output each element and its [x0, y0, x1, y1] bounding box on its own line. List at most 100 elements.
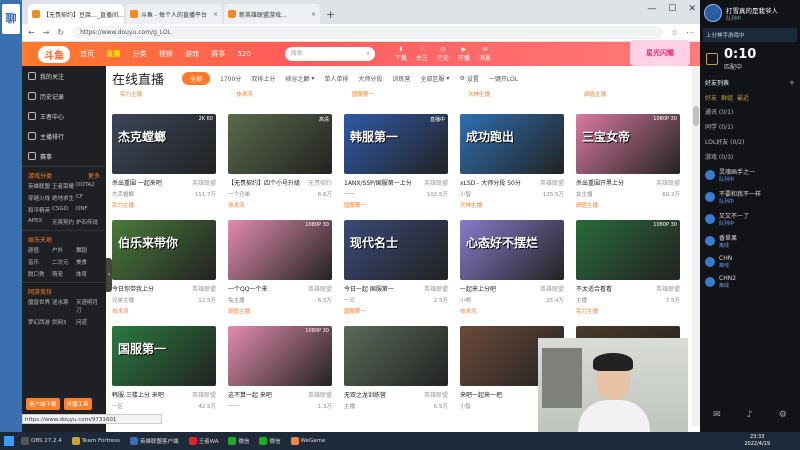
- tab-friends[interactable]: 好友: [705, 93, 717, 102]
- minimize-icon[interactable]: —: [647, 4, 656, 14]
- anchor-name[interactable]: 一兄: [344, 296, 355, 304]
- new-tab-button[interactable]: +: [326, 8, 335, 21]
- stream-thumbnail[interactable]: 伯乐来带你: [112, 220, 216, 280]
- sidebar-category-item[interactable]: CF: [76, 194, 100, 202]
- nav-game[interactable]: 游戏: [185, 50, 199, 58]
- stream-title[interactable]: 韩服 三楼上分 来吧: [112, 390, 164, 399]
- anchor-name[interactable]: 小智: [460, 402, 471, 410]
- stream-title[interactable]: 这不算一起 来吧: [228, 390, 272, 399]
- sidebar-category-item[interactable]: 音乐: [28, 258, 52, 266]
- stream-thumbnail[interactable]: 1080P 30 三宝女帝: [576, 114, 680, 174]
- sidebar-category-item[interactable]: DNF: [76, 206, 100, 214]
- download-icon[interactable]: ⬇ 下载: [395, 46, 407, 62]
- tab-groups[interactable]: 群组: [721, 93, 733, 102]
- message-icon[interactable]: ✉ 消息: [479, 46, 491, 62]
- sidebar-category-item[interactable]: 逆水寒: [52, 298, 76, 314]
- stream-title[interactable]: 不太适合看看: [576, 284, 612, 293]
- history-icon[interactable]: ◷ 历史: [437, 46, 449, 62]
- stream-card[interactable]: 现代名士 今日一起 国服第一 英雄联盟 一兄 2.5万 国服第一: [344, 220, 448, 326]
- nav-category[interactable]: 分类: [132, 50, 146, 58]
- sidebar-category-item[interactable]: 美食: [76, 258, 100, 266]
- stream-title[interactable]: 杀出重围开黑上分: [576, 178, 624, 187]
- close-icon[interactable]: ×: [311, 11, 316, 18]
- stream-card[interactable]: 国服第一韩服 三楼上分 来吧英雄联盟一区42.5万韩服: [112, 326, 216, 414]
- sidebar-category-item[interactable]: 穿越火线: [28, 194, 52, 202]
- filter-all-pill[interactable]: 全部: [182, 71, 211, 85]
- open-lol-link[interactable]: 一键开LOL: [489, 74, 518, 83]
- stream-thumbnail[interactable]: 现代名士: [344, 220, 448, 280]
- mic-icon[interactable]: ♪: [747, 410, 753, 420]
- taskbar-item[interactable]: WeGame: [288, 437, 329, 445]
- sidebar-category-item[interactable]: 天涯明月刀: [76, 298, 100, 314]
- stream-thumbnail[interactable]: 1080P 30: [228, 326, 332, 386]
- stream-thumbnail[interactable]: 1080P 30: [576, 220, 680, 280]
- chat-icon[interactable]: ✉: [713, 410, 721, 420]
- system-clock[interactable]: 23:33 2022/4/19: [744, 434, 770, 448]
- nav-520[interactable]: 520: [237, 50, 250, 58]
- sidebar-item-follow[interactable]: 我的关注: [22, 66, 106, 86]
- anchor-name[interactable]: 兔主播: [228, 296, 245, 304]
- filter-2[interactable]: 双排上分: [251, 74, 275, 83]
- stream-card[interactable]: 高清 【无畏契约】四个小号升级 无畏契约 一个兄弟 6.6万 技术流: [228, 114, 332, 220]
- sidebar-category-item[interactable]: 英雄联盟: [28, 182, 52, 190]
- anchor-name[interactable]: 主播: [344, 402, 355, 410]
- sidebar-category-item[interactable]: 绝地求生: [52, 194, 76, 202]
- group-item[interactable]: 同学 (0/1): [700, 119, 800, 134]
- sidebar-category-item[interactable]: 王者荣耀: [52, 182, 76, 190]
- stream-thumbnail[interactable]: [344, 326, 448, 386]
- friend-item[interactable]: 香草果 离线: [700, 230, 800, 252]
- stream-category[interactable]: 英雄联盟: [656, 178, 680, 187]
- stream-category[interactable]: 英雄联盟: [308, 390, 332, 399]
- group-item[interactable]: LOL好友 (0/2): [700, 134, 800, 149]
- nav-live[interactable]: 直播: [106, 50, 120, 58]
- group-item[interactable]: 通讯 (0/1): [700, 104, 800, 119]
- stream-card[interactable]: 伯乐来带你 今日你带我上分 英雄联盟 兄弟主播 12.5万 技术流: [112, 220, 216, 326]
- menu-icon[interactable]: ⋯: [686, 28, 694, 37]
- close-window-icon[interactable]: ✕: [688, 4, 696, 14]
- search-input[interactable]: 搜索 ⌕: [284, 47, 375, 61]
- sidebar-category-item[interactable]: 剑网3: [52, 318, 76, 326]
- sidebar-item-history[interactable]: 历史记录: [22, 86, 106, 106]
- stream-title[interactable]: 1ANX/SSP/国服第一上分: [344, 178, 412, 187]
- anchor-name[interactable]: 一一: [344, 190, 355, 198]
- stream-thumbnail[interactable]: 国服第一: [112, 326, 216, 386]
- sidebar-category-item[interactable]: 问道: [76, 318, 100, 326]
- sidebar-category-item[interactable]: 梦幻西游: [28, 318, 52, 326]
- tab-2[interactable]: 斗鱼 - 每个人的直播平台 ×: [126, 4, 222, 24]
- close-icon[interactable]: ×: [213, 11, 218, 18]
- anchor-name[interactable]: 女主播: [576, 190, 593, 198]
- stream-title[interactable]: 杀出重围 一起来吧: [112, 178, 162, 187]
- windows-start-icon[interactable]: [4, 436, 14, 446]
- sidebar-item-king[interactable]: 王者中心: [22, 106, 106, 126]
- stream-card[interactable]: 心态好不摆烂 一起来上分吧 英雄联盟 小明 25.4万 技术流: [460, 220, 564, 326]
- nav-video[interactable]: 视频: [159, 50, 173, 58]
- sidebar-category-item[interactable]: 舞蹈: [76, 246, 100, 254]
- sidebar-category-item[interactable]: CSGO: [52, 206, 76, 214]
- filter-6[interactable]: 训练营: [392, 74, 410, 83]
- taskbar-item[interactable]: OBS 27.2.4: [18, 437, 65, 445]
- filter-5[interactable]: 大师分段: [358, 74, 382, 83]
- search-icon[interactable]: ⌕: [366, 47, 369, 61]
- stream-category[interactable]: 无畏契约: [308, 178, 332, 187]
- client-download-button[interactable]: 客户端下载: [26, 398, 60, 410]
- filter-3[interactable]: 峡谷之巅 ▾: [285, 74, 314, 83]
- anchor-name[interactable]: 主播: [576, 296, 587, 304]
- sidebar-category-item[interactable]: 炉石传说: [76, 218, 100, 226]
- stream-category[interactable]: 英雄联盟: [424, 390, 448, 399]
- sidebar-category-item[interactable]: DOTA2: [76, 182, 100, 190]
- stream-category[interactable]: 英雄联盟: [540, 178, 564, 187]
- stream-category[interactable]: 英雄联盟: [192, 390, 216, 399]
- sidebar-category-item[interactable]: 户外: [52, 246, 76, 254]
- add-friend-icon[interactable]: ＋: [789, 78, 795, 87]
- stream-thumbnail[interactable]: 1080P 30: [228, 220, 332, 280]
- stream-thumbnail[interactable]: 直播中 韩服第一: [344, 114, 448, 174]
- stream-title[interactable]: 今日你带我上分: [112, 284, 154, 293]
- tab-recent[interactable]: 最近: [737, 93, 749, 102]
- stream-card[interactable]: 无双之龙训练营 英雄联盟主播 6.5万一键下载: [344, 326, 448, 414]
- tab-3[interactable]: 新英雄联盟游戏… ×: [224, 4, 320, 24]
- more-link[interactable]: 更多: [88, 171, 100, 180]
- friend-item[interactable]: CHN2 离线: [700, 272, 800, 292]
- stream-thumbnail[interactable]: 心态好不摆烂: [460, 220, 564, 280]
- sidebar-category-item[interactable]: 萌宠: [52, 270, 76, 278]
- taskbar-item[interactable]: 微信: [256, 437, 283, 445]
